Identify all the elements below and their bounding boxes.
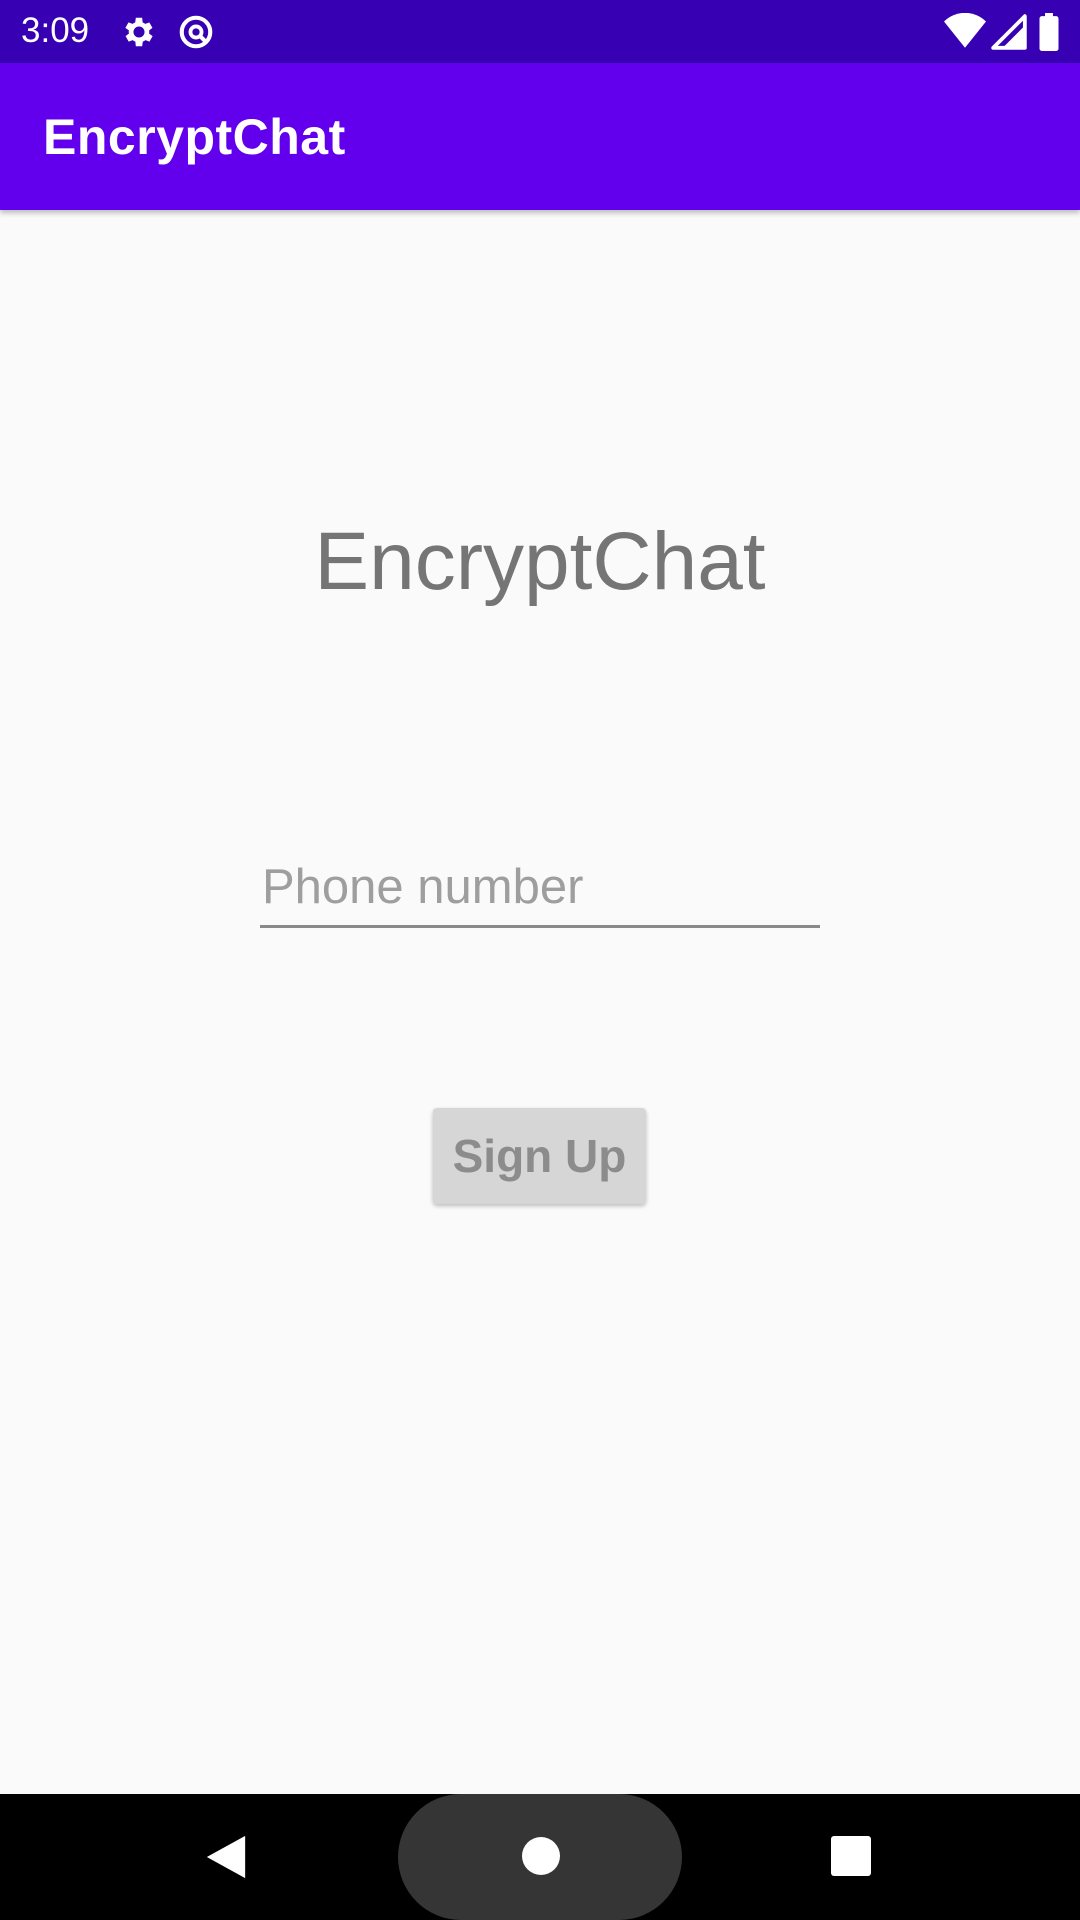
sign-up-button[interactable]: Sign Up: [433, 1108, 646, 1204]
home-icon[interactable]: [522, 1837, 560, 1875]
app-bar-title: EncryptChat: [43, 109, 346, 165]
settings-icon: [125, 17, 153, 47]
status-time: 3:09: [21, 11, 90, 50]
page-title: EncryptChat: [314, 516, 766, 607]
status-bar: 3:09: [0, 0, 1080, 63]
recents-icon[interactable]: [831, 1836, 871, 1876]
phone-number-input[interactable]: [260, 848, 820, 925]
screen: 3:09 EncryptChat EncryptChat Sign Up: [0, 0, 1080, 1920]
phone-number-field[interactable]: [260, 848, 820, 928]
sync-icon: [179, 15, 213, 49]
battery-icon: [1039, 13, 1059, 51]
back-icon[interactable]: [203, 1834, 249, 1880]
wifi-icon: [944, 13, 986, 48]
navigation-bar: [0, 1794, 1080, 1920]
app-bar: EncryptChat: [0, 63, 1080, 210]
signal-icon: [991, 14, 1027, 50]
